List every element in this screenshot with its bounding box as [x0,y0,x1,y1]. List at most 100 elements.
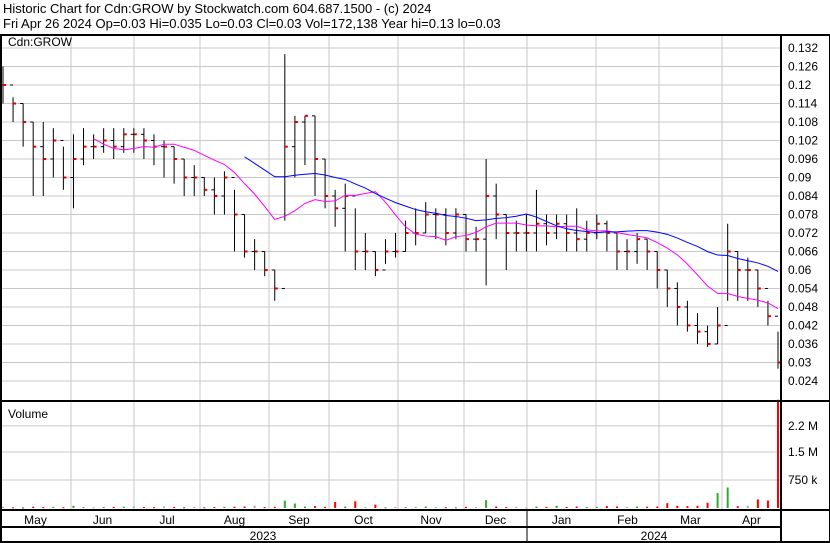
volume-bar [354,501,357,508]
volume-bar [464,506,467,508]
price-volume-chart: 0.132 0.126 0.12 0.114 0.108 0.102 0.096 0.09 0.… [0,34,830,543]
month-label: Feb [617,513,638,527]
symbol-label: Cdn:GROW [8,35,73,49]
volume-bar [273,506,276,508]
volume-bar [82,507,85,509]
volume-bar [555,505,558,508]
volume-bar [746,505,749,508]
volume-bar [324,506,327,508]
volume-bar [233,506,236,508]
volume-bar [777,399,779,508]
volume-bar [253,505,256,508]
price-tick-label: 0.096 [788,152,818,166]
year-label: 2023 [250,529,277,543]
price-tick-label: 0.072 [788,226,818,240]
volume-bar [444,507,447,509]
volume-bar [283,500,286,508]
volume-bar [585,507,588,509]
volume-bar [142,507,145,509]
volume-bar [384,507,387,509]
month-label: May [24,513,47,527]
month-label: Mar [680,513,701,527]
year-label: 2024 [641,529,668,543]
volume-bar [12,507,15,509]
volume-bar [676,505,679,508]
volume-bar [505,507,508,509]
volume-bar [152,507,155,509]
volume-bar [615,506,618,508]
volume-bar [293,503,296,508]
volume-bar [22,507,25,509]
price-tick-label: 0.024 [788,374,818,388]
volume-bar [404,507,407,509]
price-tick-label: 0.108 [788,115,818,129]
volume-bar [213,507,216,509]
volume-bar [485,500,488,508]
volume-tick-label: 2.2 M [788,419,818,433]
volume-bar [223,506,226,508]
chart-container: Historic Chart for Cdn:GROW by Stockwatc… [0,0,830,543]
volume-label: Volume [8,407,48,421]
volume-bar [263,507,266,509]
month-label: Jan [552,513,571,527]
volume-bar [565,506,568,508]
volume-bar [122,506,125,508]
volume-bar [183,507,186,509]
price-tick-label: 0.132 [788,41,818,55]
volume-bar [132,506,135,508]
volume-bar [72,505,75,508]
volume-bar [163,506,166,508]
volume-tick-label: 750 k [788,473,818,487]
price-tick-label: 0.102 [788,133,818,147]
price-tick-label: 0.066 [788,244,818,258]
volume-bar [535,506,538,508]
volume-bar [766,500,769,508]
volume-bar [706,502,709,508]
volume-bar [726,487,729,508]
price-tick-label: 0.084 [788,189,818,203]
volume-bar [42,507,45,509]
volume-bar [515,506,518,508]
volume-bar [545,506,548,508]
volume-bar [414,506,417,508]
volume-bar [203,507,206,509]
volume-bar [344,506,347,508]
price-tick-label: 0.03 [788,355,812,369]
volume-bar [193,506,196,508]
volume-bar [394,506,397,508]
volume-bar [334,502,337,508]
month-label: Jun [93,513,112,527]
volume-bar [696,505,699,508]
volume-bar [364,507,367,509]
volume-bar [656,506,659,508]
volume-bar [303,506,306,508]
volume-bar [575,506,578,508]
volume-bar [243,506,246,508]
volume-bar [32,506,35,508]
price-tick-label: 0.036 [788,337,818,351]
volume-bar [424,506,427,508]
price-tick-label: 0.114 [788,96,817,110]
volume-bar [434,507,437,509]
volume-bar [454,507,457,509]
volume-bar [686,506,689,508]
volume-bar [595,506,598,508]
volume-bar [2,506,4,508]
volume-bar [314,506,317,508]
volume-bar [716,493,719,508]
volume-bar [173,506,176,508]
price-tick-label: 0.12 [788,78,812,92]
volume-bar [112,506,115,508]
month-label: Nov [420,513,441,527]
volume-bar [475,507,478,509]
price-tick-label: 0.126 [788,59,818,73]
volume-bar [374,504,377,508]
price-tick-label: 0.06 [788,263,812,277]
volume-bar [636,506,639,508]
month-label: Jul [159,513,174,527]
month-label: Sep [288,513,310,527]
volume-bar [605,506,608,508]
price-tick-label: 0.054 [788,281,818,295]
price-tick-label: 0.09 [788,170,812,184]
month-label: Oct [354,513,373,527]
